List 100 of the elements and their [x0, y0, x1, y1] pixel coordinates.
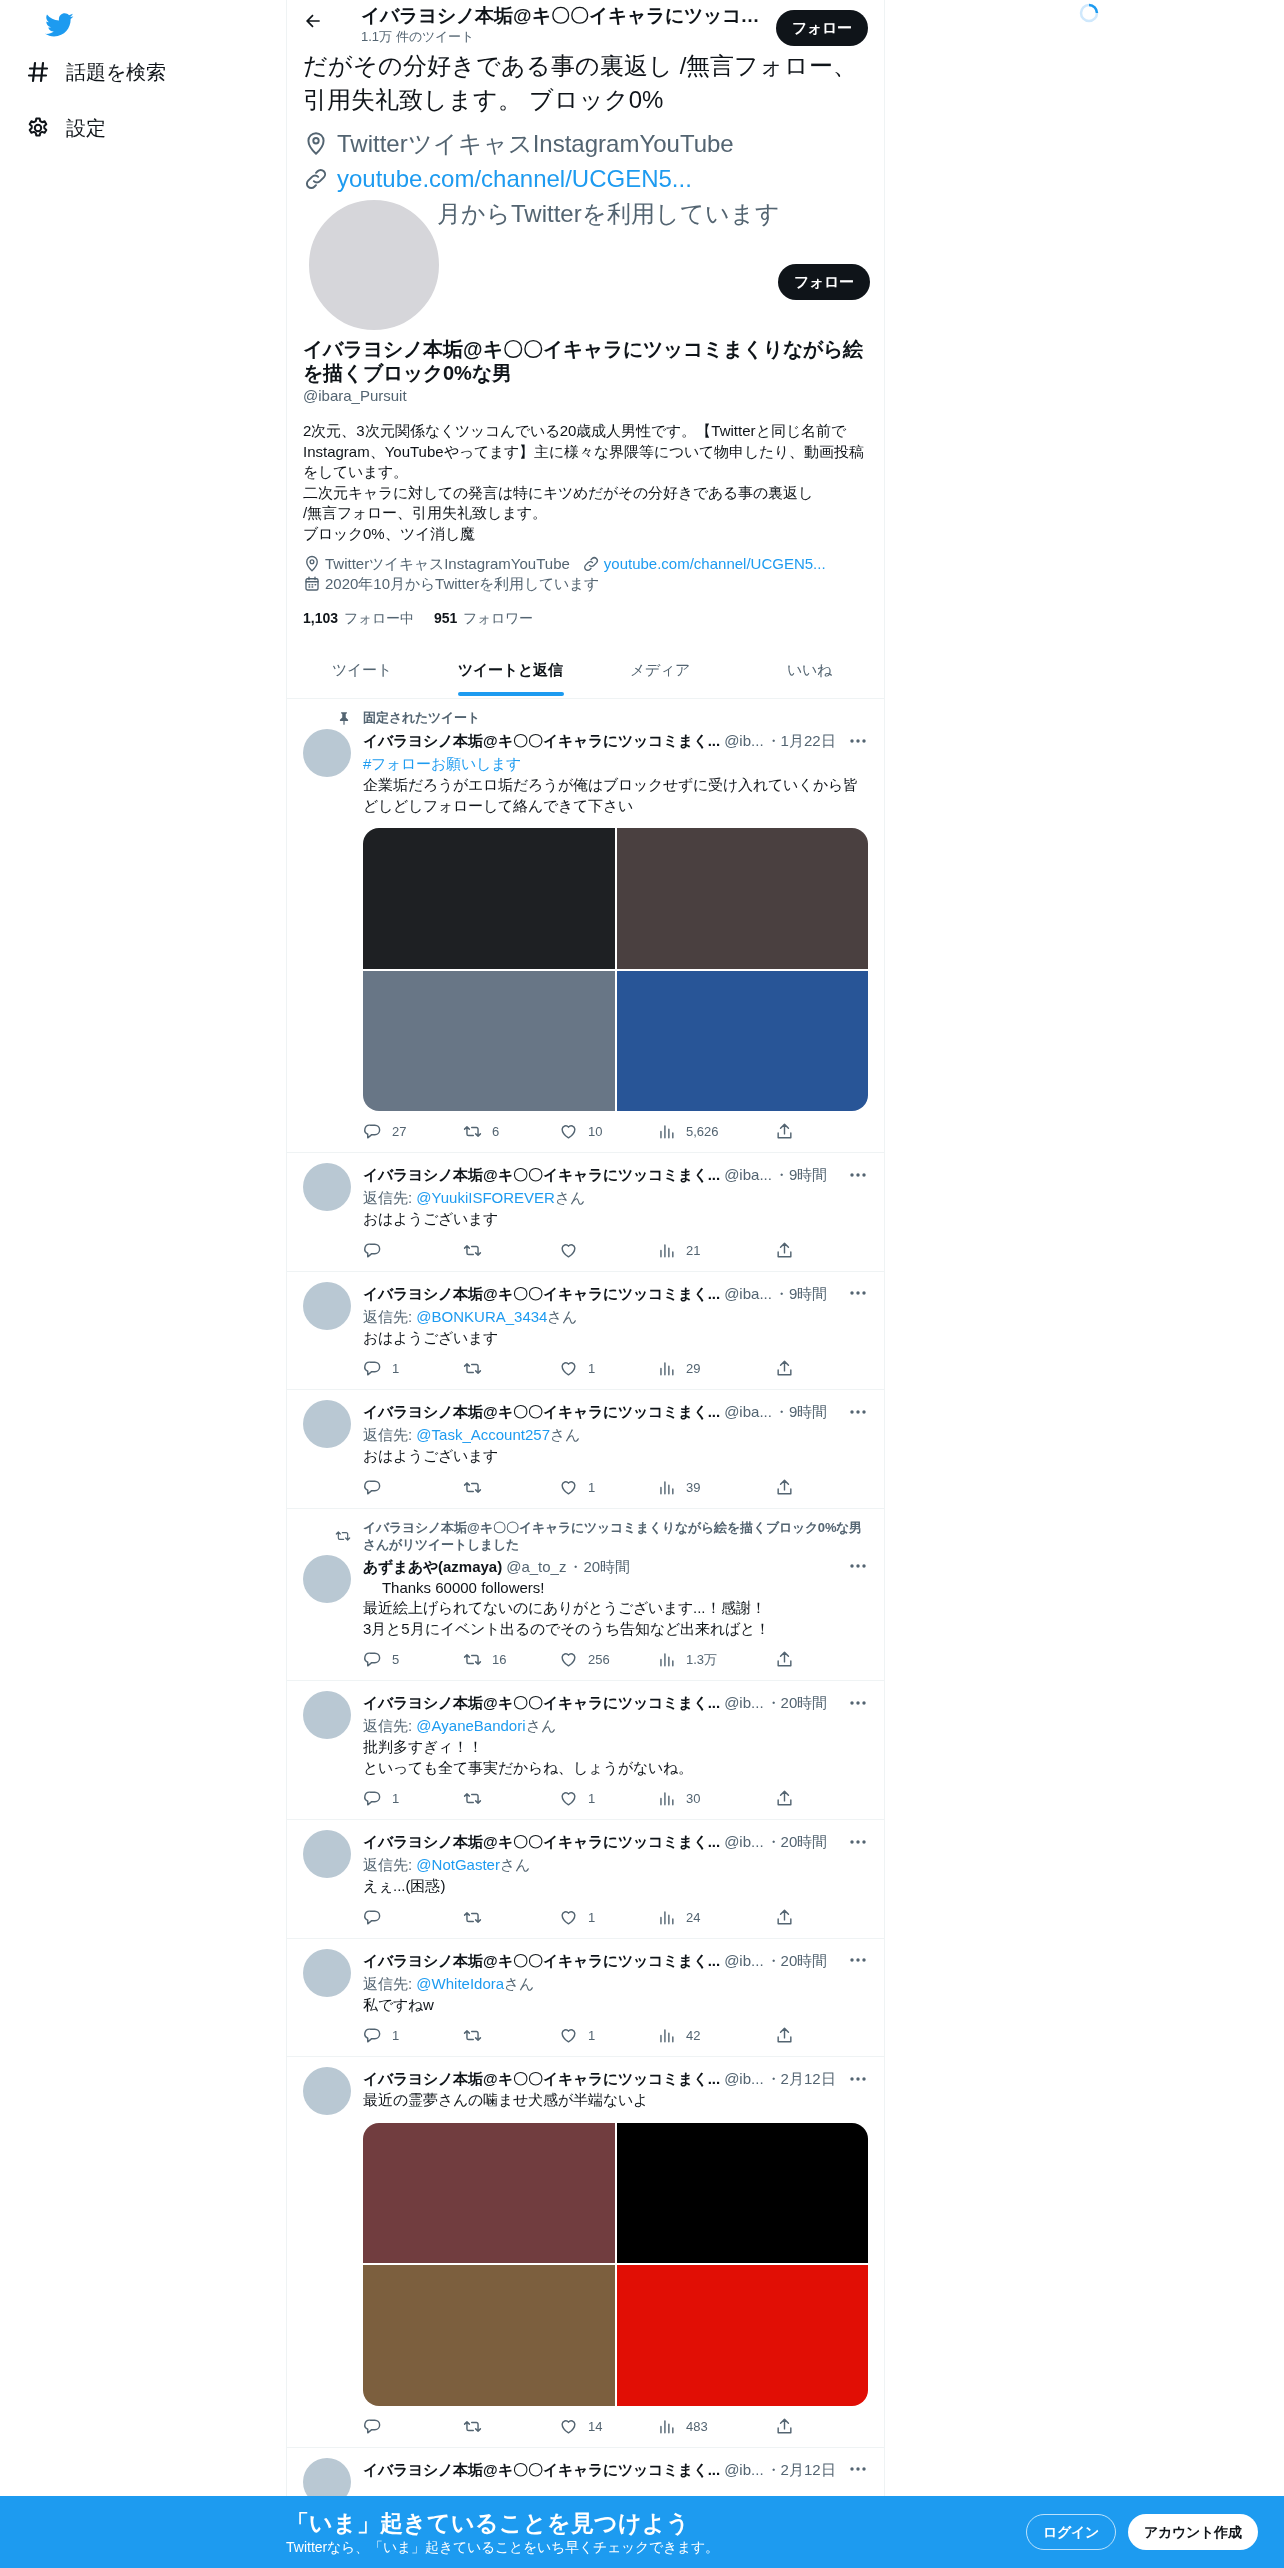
media-tile[interactable] — [616, 970, 868, 1111]
tweet-author: イバラヨシノ本垢@キ〇〇イキャラにツッコミまく... — [363, 1832, 721, 1852]
media-tile[interactable] — [363, 2265, 615, 2406]
reply-button[interactable]: 1 — [363, 2024, 400, 2047]
views-button[interactable]: 39 — [657, 1475, 701, 1499]
heart-icon — [559, 2026, 578, 2045]
settings-icon — [26, 116, 50, 140]
views-button[interactable]: 30 — [657, 1787, 701, 1810]
tweet-handle: @iba... — [724, 1165, 772, 1185]
bar-chart-icon — [657, 1789, 676, 1808]
like-button[interactable]: 256 — [559, 1648, 610, 1671]
share-icon — [775, 1907, 794, 1927]
following-label[interactable]: フォロー中 — [344, 608, 415, 628]
retweet-button[interactable]: 16 — [463, 1648, 507, 1671]
media-tile[interactable] — [363, 970, 615, 1111]
like-button[interactable]: 14 — [559, 2414, 603, 2438]
signup-button[interactable]: アカウント作成 — [1128, 2514, 1258, 2550]
tweet-text: 最近の霊夢さんの噛ませ犬感が半端ないよ — [363, 2090, 649, 2110]
reply-button[interactable]: 27 — [363, 1120, 407, 1143]
views-button[interactable]: 483 — [657, 2414, 708, 2438]
tweet-handle: @iba... — [724, 1402, 772, 1422]
follow-button[interactable]: フォロー — [776, 10, 868, 46]
tweet-text: おはようございます — [363, 1446, 499, 1466]
more-icon — [849, 1409, 867, 1414]
profile-bio: 二次元キャラに対しての発言は特にキツめだがその分好きである事の裏返し — [303, 482, 814, 503]
location-text: TwitterツイキャスInstagramYouTube — [325, 554, 570, 574]
profile-bio: 2次元、3次元関係なくツッコんでいる20歳成人男性です。【Twitterと同じ名前でInstagram、YouTubeやってます】主に様々な界隈等について物申したり、動画投稿をしています。 — [303, 421, 865, 482]
reply-button[interactable]: 1 — [363, 1787, 400, 1810]
like-button[interactable]: 1 — [559, 2024, 596, 2047]
views-button[interactable]: 29 — [657, 1357, 701, 1380]
views-button[interactable]: 5,626 — [657, 1120, 719, 1143]
tweet-handle: @ib... — [724, 1832, 764, 1852]
tweet-text: Thanks 60000 followers! — [380, 1577, 546, 1598]
tweet-time: ・20時間 — [568, 1556, 631, 1577]
tweet-time: ・2月12日 — [765, 2459, 836, 2480]
tweet-author: イバラヨシノ本垢@キ〇〇イキャラにツッコミまく... — [363, 1950, 721, 1971]
followers-label[interactable]: フォロワー — [463, 608, 534, 628]
reply-button[interactable]: 1 — [363, 1357, 400, 1380]
profile-tab[interactable]: ツイート — [287, 643, 437, 698]
tweet-text: 私ですねw — [363, 1994, 435, 2015]
tweet-handle: @a_to_z — [506, 1556, 567, 1577]
media-tile[interactable] — [616, 2265, 868, 2406]
user-avatar — [303, 1830, 351, 1878]
more-icon — [849, 2467, 867, 2471]
views-button[interactable]: 21 — [657, 1238, 701, 1262]
views-button[interactable]: 42 — [657, 2024, 701, 2047]
tweet-author: イバラヨシノ本垢@キ〇〇イキャラにツッコミまく... — [363, 2069, 721, 2089]
user-avatar — [303, 1691, 351, 1739]
like-button[interactable]: 1 — [559, 1475, 596, 1499]
media-tile[interactable] — [616, 2122, 868, 2263]
heart-icon — [559, 1359, 578, 1378]
profile-handle: @ibara_Pursuit — [303, 386, 408, 406]
share-icon — [775, 1789, 794, 1808]
sidebar-item[interactable]: 話題を検索 — [22, 52, 170, 92]
tweet-count: 1.1万 件のツイート — [361, 29, 475, 45]
tweet-time: ・20時間 — [765, 1832, 828, 1852]
tweet-handle: @ib... — [724, 731, 764, 751]
tweet-text: 企業垢だろうがエロ垢だろうが俺はブロックせずに受け入れていくから皆どしどしフォローして絡んできて下さい — [363, 775, 859, 816]
profile-tab[interactable]: いいね — [734, 643, 884, 698]
reply-context: 返信先: @Task_Account257さん — [363, 1425, 581, 1445]
views-button[interactable]: 24 — [657, 1905, 701, 1929]
heart-icon — [559, 1650, 578, 1669]
tweet-author: イバラヨシノ本垢@キ〇〇イキャラにツッコミまく... — [363, 1165, 721, 1185]
tweet-handle: @iba... — [724, 1283, 772, 1304]
tweet-text: 最近絵上げられてないのにありがとうございます...！感謝！ — [363, 1598, 767, 1618]
user-avatar — [303, 1281, 351, 1330]
views-button[interactable]: 1.3万 — [657, 1648, 718, 1671]
tweet-time: ・9時間 — [773, 1402, 828, 1422]
tweet-time: ・20時間 — [765, 1950, 828, 1971]
followers-count[interactable]: 951 — [434, 608, 458, 628]
retweet-button[interactable]: 6 — [463, 1120, 500, 1143]
bar-chart-icon — [657, 1122, 676, 1141]
profile-bio: /無言フォロー、引用失礼致します。 — [303, 503, 549, 523]
reply-button[interactable]: 5 — [363, 1648, 400, 1671]
profile-bio: ブロック0%、ツイ消し魔 — [303, 523, 476, 544]
sidebar-item[interactable]: 設定 — [22, 108, 110, 148]
reply-context: 返信先: @WhiteIdoraさん — [363, 1973, 536, 1994]
tweet-text: 批判多すぎィ！！ — [363, 1737, 484, 1757]
bio-text: だがその分好きである事の裏返し /無言フォロー、引用失礼致します。 ブロック0% — [302, 51, 859, 115]
like-button[interactable]: 1 — [559, 1787, 596, 1810]
tweet-author: イバラヨシノ本垢@キ〇〇イキャラにツッコミまく... — [363, 731, 721, 751]
link-icon — [581, 555, 600, 573]
reply-icon — [363, 2416, 382, 2436]
media-tile[interactable] — [616, 828, 868, 969]
media-tile[interactable] — [363, 2122, 615, 2263]
tweet-time: ・9時間 — [773, 1165, 828, 1185]
tweet-text: 3月と5月にイベント出るのでそのうち告知など出来ればと！ — [363, 1618, 771, 1639]
profile-tab[interactable]: ツイートと返信 — [436, 643, 586, 698]
like-button[interactable]: 10 — [559, 1120, 603, 1143]
like-button[interactable]: 1 — [559, 1905, 596, 1929]
location-icon — [303, 555, 321, 573]
like-button[interactable]: 1 — [559, 1357, 596, 1380]
tweet-author: あずまあや(azmaya) — [363, 1556, 503, 1578]
following-count[interactable]: 1,103 — [303, 608, 339, 628]
media-tile[interactable] — [363, 828, 615, 969]
tweet-handle: @ib... — [724, 2459, 764, 2480]
follow-button[interactable]: フォロー — [778, 264, 870, 300]
user-avatar — [303, 729, 351, 777]
tweet-text: えぇ...(困惑) — [363, 1876, 447, 1896]
profile-tab[interactable]: メディア — [585, 643, 735, 698]
